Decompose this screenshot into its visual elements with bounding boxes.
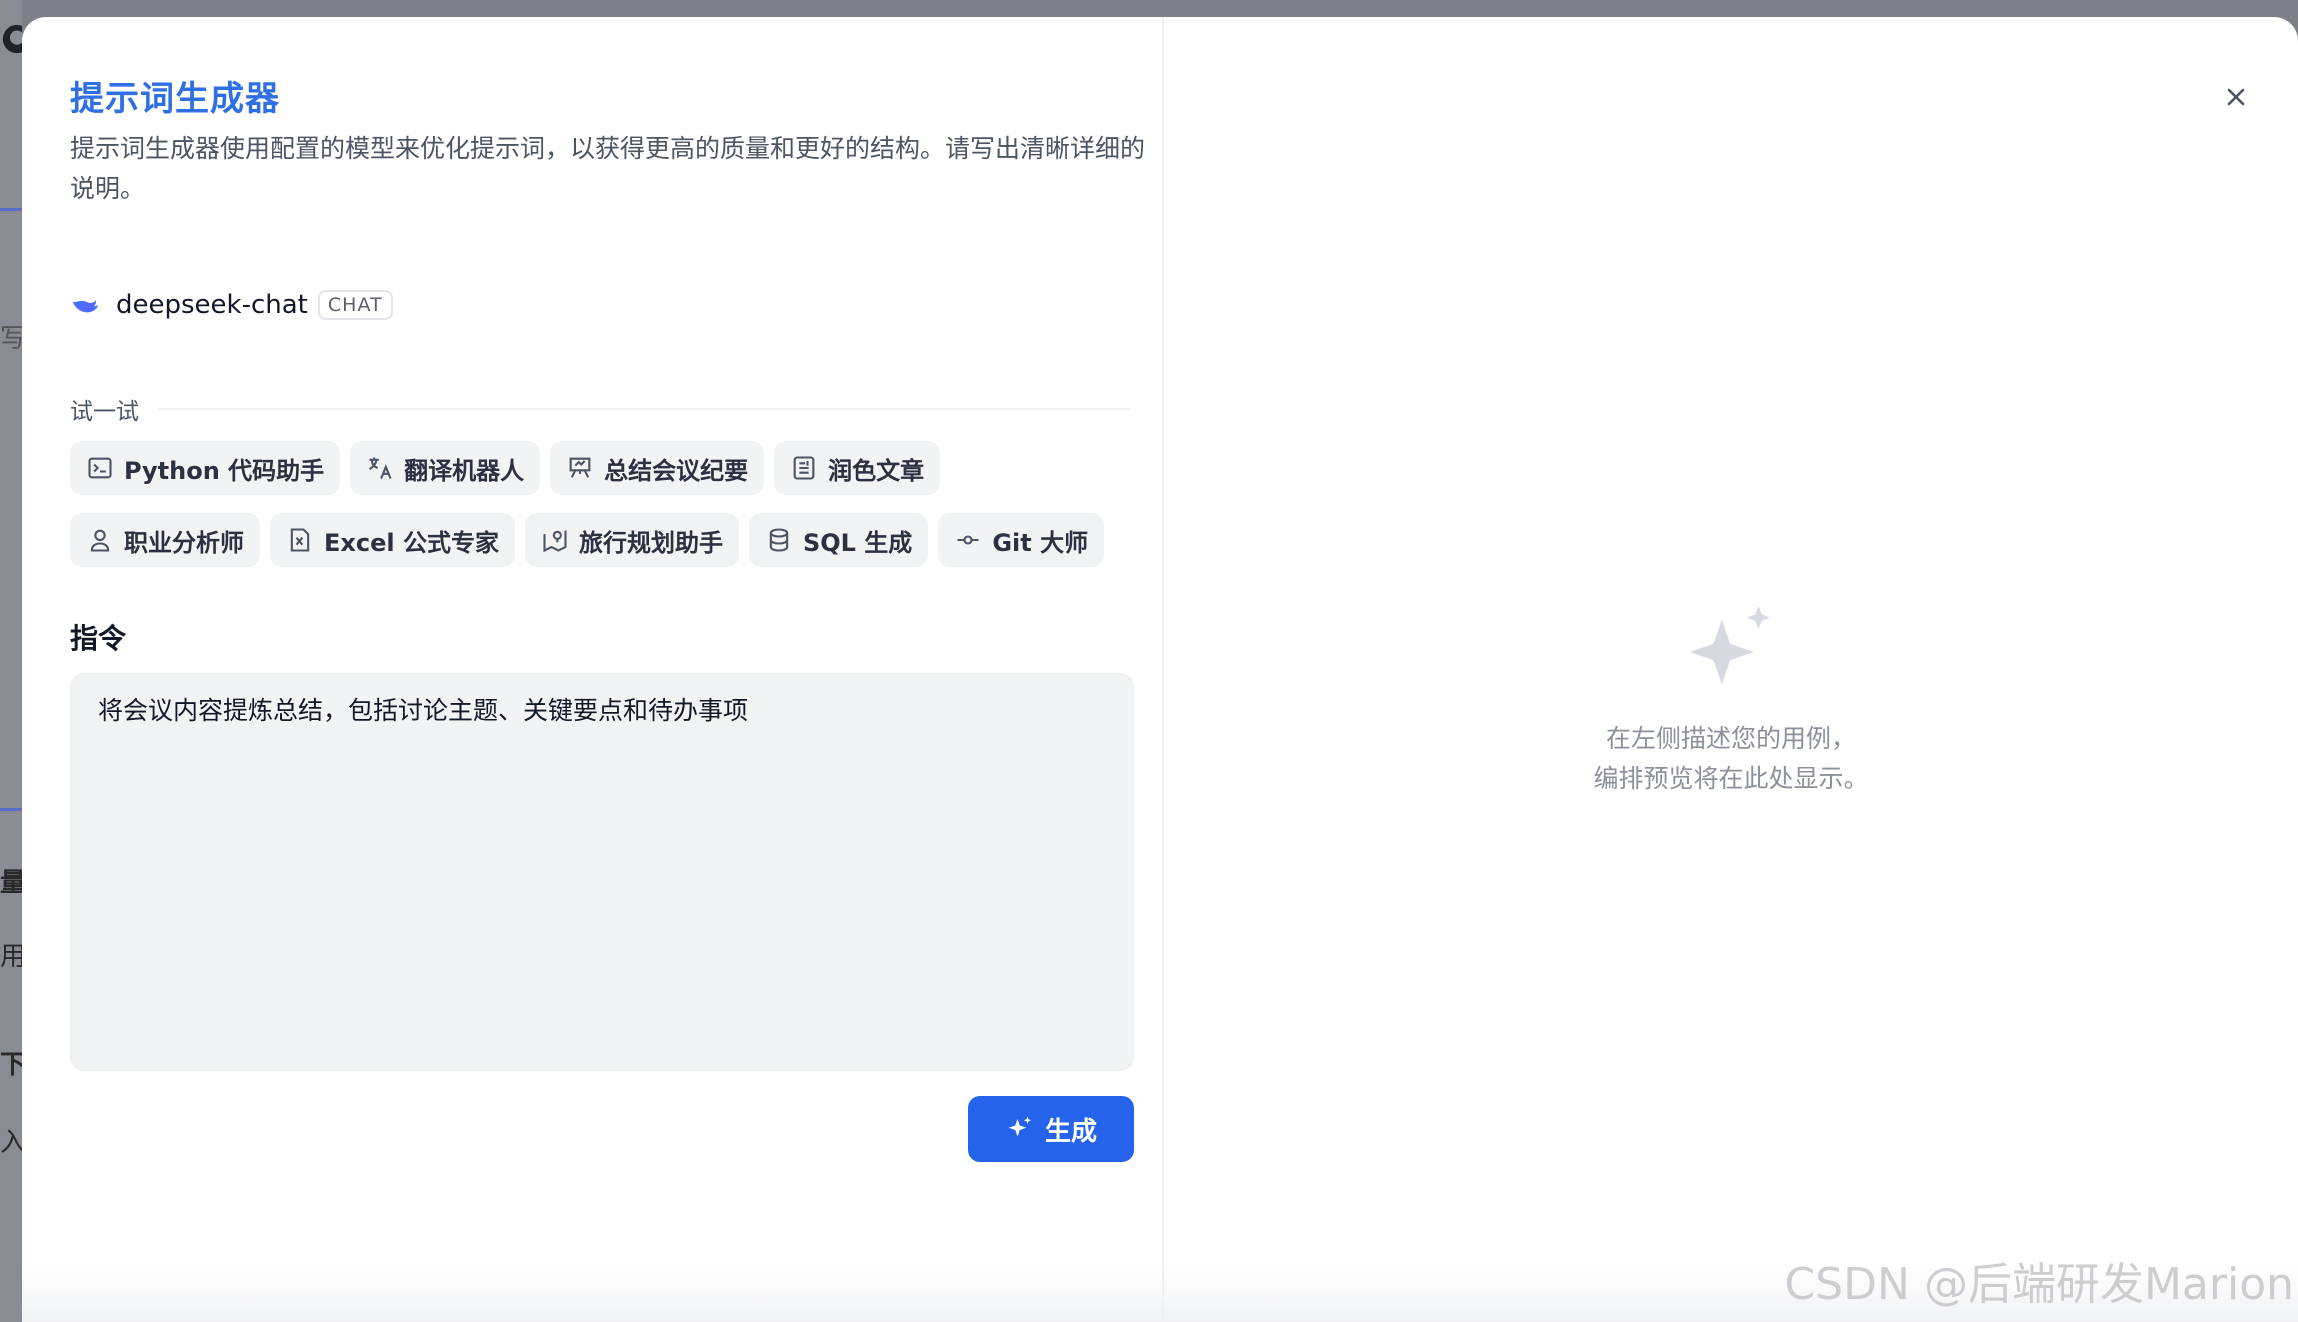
close-button[interactable] xyxy=(2218,79,2254,115)
template-python-assistant[interactable]: Python 代码助手 xyxy=(70,441,341,495)
user-icon xyxy=(90,529,110,552)
template-label: 旅行规划助手 xyxy=(578,528,723,557)
try-label: 试一试 xyxy=(70,399,139,425)
close-icon xyxy=(2227,88,2245,106)
left-panel: 提示词生成器 提示词生成器使用配置的模型来优化提示词，以获得更高的质量和更好的结… xyxy=(22,17,1162,1322)
excel-icon xyxy=(290,528,310,552)
sparkle-icon xyxy=(1008,1116,1032,1137)
template-label: Git 大师 xyxy=(992,528,1089,557)
generate-label: 生成 xyxy=(1044,1115,1097,1146)
map-pin-icon xyxy=(543,530,567,553)
instruction-textarea[interactable] xyxy=(70,673,1134,1071)
background-fragment: 写 xyxy=(0,324,22,354)
background-app-strip: 写 量 用 下 入 xyxy=(0,0,22,1322)
generate-button[interactable]: 生成 xyxy=(968,1096,1134,1162)
github-icon xyxy=(0,22,22,56)
try-section-header: 试一试 xyxy=(70,392,1130,426)
git-commit-icon xyxy=(957,535,979,545)
background-divider xyxy=(0,808,22,811)
template-travel-planner[interactable]: 旅行规划助手 xyxy=(524,513,739,567)
model-selector[interactable]: deepseek-chat CHAT xyxy=(70,287,393,323)
template-career-analyst[interactable]: 职业分析师 xyxy=(70,513,260,567)
template-translator[interactable]: 翻译机器人 xyxy=(350,441,541,495)
template-label: 总结会议纪要 xyxy=(604,456,749,485)
template-git-master[interactable]: Git 大师 xyxy=(938,513,1105,567)
background-fragment: 下 xyxy=(0,1050,22,1080)
template-label: 职业分析师 xyxy=(124,528,244,557)
deepseek-whale-icon xyxy=(72,299,99,313)
article-icon xyxy=(793,456,815,480)
empty-state-line1: 在左侧描述您的用例， xyxy=(1605,724,1856,753)
presentation-icon xyxy=(569,457,591,478)
template-label: 润色文章 xyxy=(828,456,925,485)
empty-state: 在左侧描述您的用例， 编排预览将在此处显示。 xyxy=(1164,597,2298,799)
background-fragment: 入 xyxy=(0,1128,22,1158)
background-fragment: 用 xyxy=(0,942,22,972)
translate-icon xyxy=(369,457,392,479)
template-row: Python 代码助手 翻译机器人 总结会议纪要 润色文章 xyxy=(70,441,1150,495)
template-row: 职业分析师 Excel 公式专家 旅行规划助手 SQL 生成 Git 大师 xyxy=(70,513,1150,567)
model-name: deepseek-chat xyxy=(116,290,308,320)
dialog-title: 提示词生成器 xyxy=(70,79,280,119)
preview-panel: 在左侧描述您的用例， 编排预览将在此处显示。 xyxy=(1164,17,2298,1322)
template-polish-article[interactable]: 润色文章 xyxy=(774,441,941,495)
empty-state-line2: 编排预览将在此处显示。 xyxy=(1593,764,1869,793)
terminal-icon xyxy=(88,457,112,479)
prompt-generator-dialog: 提示词生成器 提示词生成器使用配置的模型来优化提示词，以获得更高的质量和更好的结… xyxy=(22,17,2298,1322)
template-sql-generator[interactable]: SQL 生成 xyxy=(748,513,929,567)
background-divider xyxy=(0,208,22,211)
sparkle-icon xyxy=(1689,606,1770,685)
template-list: Python 代码助手 翻译机器人 总结会议纪要 润色文章 职业分析师 Exce… xyxy=(70,441,1150,585)
watermark: CSDN @后端研发Marion xyxy=(1784,1259,2294,1310)
template-label: 翻译机器人 xyxy=(404,456,525,485)
try-divider xyxy=(159,408,1130,410)
template-excel-expert[interactable]: Excel 公式专家 xyxy=(270,513,515,567)
instruction-label: 指令 xyxy=(70,622,127,655)
template-label: Python 代码助手 xyxy=(124,456,325,485)
model-type-badge: CHAT xyxy=(317,290,393,320)
template-label: SQL 生成 xyxy=(802,528,913,557)
template-meeting-summary[interactable]: 总结会议纪要 xyxy=(550,441,765,495)
template-label: Excel 公式专家 xyxy=(324,528,499,557)
database-icon xyxy=(769,528,789,552)
dialog-description: 提示词生成器使用配置的模型来优化提示词，以获得更高的质量和更好的结构。请写出清晰… xyxy=(70,134,1146,203)
background-fragment: 量 xyxy=(0,868,22,898)
